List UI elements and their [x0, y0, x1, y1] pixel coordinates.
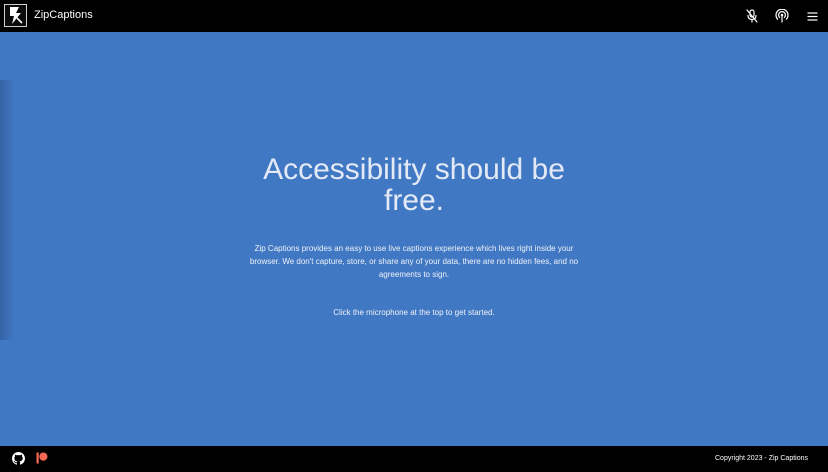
footer-bar: Copyright 2023 - Zip Captions [0, 446, 828, 472]
patreon-icon[interactable] [35, 451, 49, 465]
tagline-text: Zip Captions provides an easy to use liv… [249, 244, 579, 279]
github-icon[interactable] [11, 451, 25, 465]
top-navbar: ZipCaptions [0, 0, 828, 32]
brand-name[interactable]: ZipCaptions [34, 8, 93, 23]
get-started-hint: Click the microphone at the top to get s… [333, 308, 495, 317]
zipcaptions-logo-icon[interactable] [4, 4, 27, 27]
app-page: ZipCaptions Accessibility should be free… [0, 0, 828, 472]
menu-icon[interactable] [804, 8, 820, 24]
page-headline: Accessibility should be free. [263, 153, 565, 217]
copyright-text: Copyright 2023 - Zip Captions [715, 455, 808, 462]
broadcast-icon[interactable] [774, 8, 790, 24]
microphone-icon[interactable] [744, 8, 760, 24]
hero-section: Accessibility should be free. Zip Captio… [0, 154, 828, 319]
